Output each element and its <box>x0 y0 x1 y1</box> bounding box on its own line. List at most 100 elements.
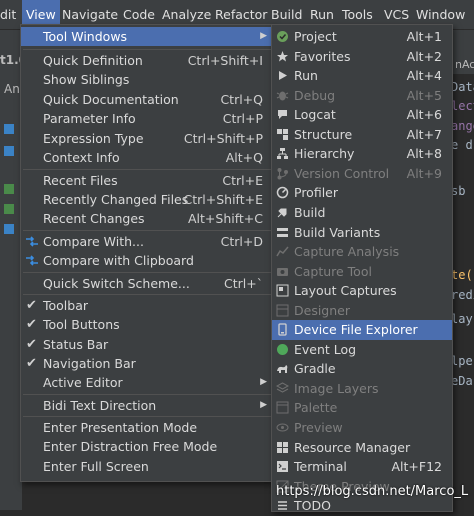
shortcut-label: Ctrl+E <box>222 173 263 188</box>
recent-changes-item[interactable]: Recent Changes Alt+Shift+C <box>21 209 273 228</box>
menu-item-label: Toolbar <box>43 298 89 313</box>
code-fragment: redi <box>451 288 474 302</box>
menu-separator <box>23 230 271 231</box>
tool-window-item-build-variants[interactable]: Build Variants <box>272 223 452 243</box>
capture-analysis-icon <box>276 246 289 257</box>
menu-item-label: Navigation Bar <box>43 356 136 371</box>
quick-definition-item[interactable]: Quick Definition Ctrl+Shift+I <box>21 51 273 70</box>
menu-item-label: Quick Switch Scheme... <box>43 276 190 291</box>
code-fragment: lpe <box>451 354 473 368</box>
tool-window-item-palette[interactable]: Palette <box>272 398 452 418</box>
tool-window-item-capture-tool[interactable]: Capture Tool <box>272 262 452 282</box>
tool-window-item-structure[interactable]: Structure Alt+7 <box>272 125 452 145</box>
shortcut-label: Alt+9 <box>406 165 442 181</box>
watermark-text: https://blog.csdn.net/Marco_L <box>276 484 469 499</box>
build-icon <box>277 208 287 218</box>
tool-window-item-event-log[interactable]: Event Log <box>272 340 452 360</box>
tool-window-item-preview[interactable]: Preview <box>272 418 452 438</box>
full-screen-item[interactable]: Enter Full Screen <box>21 457 273 476</box>
tool-window-item-device-file-explorer[interactable]: Device File Explorer <box>272 320 452 340</box>
menu-item-label: Gradle <box>294 361 336 377</box>
menu-item-label: Quick Documentation <box>43 92 179 107</box>
compare-clipboard-icon <box>26 255 38 266</box>
compare-with-clipboard-item[interactable]: Compare with Clipboard <box>21 251 273 270</box>
navigation-bar-toggle-item[interactable]: ✔ Navigation Bar <box>21 354 273 373</box>
menu-edit[interactable]: dit <box>0 0 18 29</box>
tool-window-item-designer[interactable]: Designer <box>272 301 452 321</box>
recent-files-item[interactable]: Recent Files Ctrl+E <box>21 171 273 190</box>
menu-separator <box>23 394 271 395</box>
presentation-mode-item[interactable]: Enter Presentation Mode <box>21 418 273 437</box>
shortcut-label: Ctrl+Shift+P <box>183 131 263 146</box>
tool-window-item-capture-analysis[interactable]: Capture Analysis <box>272 242 452 262</box>
menu-separator <box>23 169 271 170</box>
shortcut-label: Alt+5 <box>406 87 442 103</box>
parameter-info-item[interactable]: Parameter Info Ctrl+P <box>21 109 273 128</box>
context-info-item[interactable]: Context Info Alt+Q <box>21 148 273 167</box>
expression-type-item[interactable]: Expression Type Ctrl+Shift+P <box>21 129 273 148</box>
toolbar-toggle-item[interactable]: ✔ Toolbar <box>21 296 273 315</box>
palette-icon <box>276 401 289 414</box>
tool-window-item-version-control[interactable]: Version Control Alt+9 <box>272 164 452 184</box>
tool-window-item-todo[interactable]: TODO <box>272 496 452 516</box>
shortcut-label: Alt+2 <box>406 48 442 64</box>
version-control-icon <box>277 167 288 180</box>
tool-window-item-image-layers[interactable]: Image Layers <box>272 379 452 399</box>
tool-window-item-run[interactable]: Run Alt+4 <box>272 66 452 86</box>
menu-item-label: Designer <box>294 302 350 318</box>
recently-changed-files-item[interactable]: Recently Changed Files Ctrl+Shift+E <box>21 190 273 209</box>
menu-item-label: Recent Files <box>43 173 118 188</box>
tool-window-item-profiler[interactable]: Profiler <box>272 183 452 203</box>
tool-window-item-project[interactable]: Project Alt+1 <box>272 27 452 47</box>
show-siblings-item[interactable]: Show Siblings <box>21 70 273 89</box>
menu-item-label: Status Bar <box>43 337 109 352</box>
shortcut-label: Ctrl+Shift+I <box>187 53 263 68</box>
active-editor-item[interactable]: Active Editor ▶ <box>21 373 273 392</box>
menu-item-label: Show Siblings <box>43 72 130 87</box>
tool-window-item-favorites[interactable]: Favorites Alt+2 <box>272 47 452 67</box>
menu-item-label: Bidi Text Direction <box>43 398 157 413</box>
tool-window-item-logcat[interactable]: Logcat Alt+6 <box>272 105 452 125</box>
shortcut-label: Ctrl+Q <box>220 92 263 107</box>
profiler-icon <box>276 187 289 199</box>
layout-captures-icon <box>276 284 289 297</box>
bidi-text-direction-item[interactable]: Bidi Text Direction ▶ <box>21 396 273 415</box>
checkmark-icon: ✔ <box>26 337 37 352</box>
tool-window-item-hierarchy[interactable]: Hierarchy Alt+8 <box>272 144 452 164</box>
menu-separator <box>23 416 271 417</box>
menu-item-label: Debug <box>294 87 336 103</box>
folder-icon <box>4 224 14 234</box>
tool-buttons-toggle-item[interactable]: ✔ Tool Buttons <box>21 315 273 334</box>
menu-separator <box>23 294 271 295</box>
tool-window-item-gradle[interactable]: Gradle <box>272 359 452 379</box>
menu-item-label: Enter Presentation Mode <box>43 420 198 435</box>
menu-item-label: Palette <box>294 400 338 416</box>
menu-item-label: Compare With... <box>43 234 144 249</box>
shortcut-label: Alt+1 <box>406 29 442 44</box>
tool-window-item-debug[interactable]: Debug Alt+5 <box>272 86 452 106</box>
tool-window-item-build[interactable]: Build <box>272 203 452 223</box>
folder-icon <box>4 184 14 194</box>
menu-item-label: Logcat <box>294 107 336 123</box>
menu-item-label: Version Control <box>294 165 390 181</box>
tool-window-item-resource-manager[interactable]: Resource Manager <box>272 438 452 458</box>
menu-item-label: Recent Changes <box>43 211 145 226</box>
tool-window-item-layout-captures[interactable]: Layout Captures <box>272 281 452 301</box>
hierarchy-icon <box>277 148 288 160</box>
compare-with-item[interactable]: Compare With... Ctrl+D <box>21 232 273 251</box>
menu-item-label: Context Info <box>43 150 120 165</box>
designer-icon <box>276 304 289 317</box>
debug-icon <box>276 91 289 101</box>
distraction-free-mode-item[interactable]: Enter Distraction Free Mode <box>21 437 273 456</box>
menu-item-label: Resource Manager <box>294 439 411 455</box>
editor-tab-fragment[interactable]: nAct <box>455 58 474 71</box>
quick-documentation-item[interactable]: Quick Documentation Ctrl+Q <box>21 90 273 109</box>
shortcut-label: Alt+6 <box>406 107 442 123</box>
tool-window-item-terminal[interactable]: Terminal Alt+F12 <box>272 457 452 477</box>
preview-icon <box>276 423 289 432</box>
folder-icon <box>4 124 14 134</box>
status-bar-toggle-item[interactable]: ✔ Status Bar <box>21 335 273 354</box>
quick-switch-scheme-item[interactable]: Quick Switch Scheme... Ctrl+` <box>21 274 273 293</box>
shortcut-label: Alt+F12 <box>391 459 443 475</box>
tool-windows-item[interactable]: Tool Windows ▶ <box>21 27 273 46</box>
